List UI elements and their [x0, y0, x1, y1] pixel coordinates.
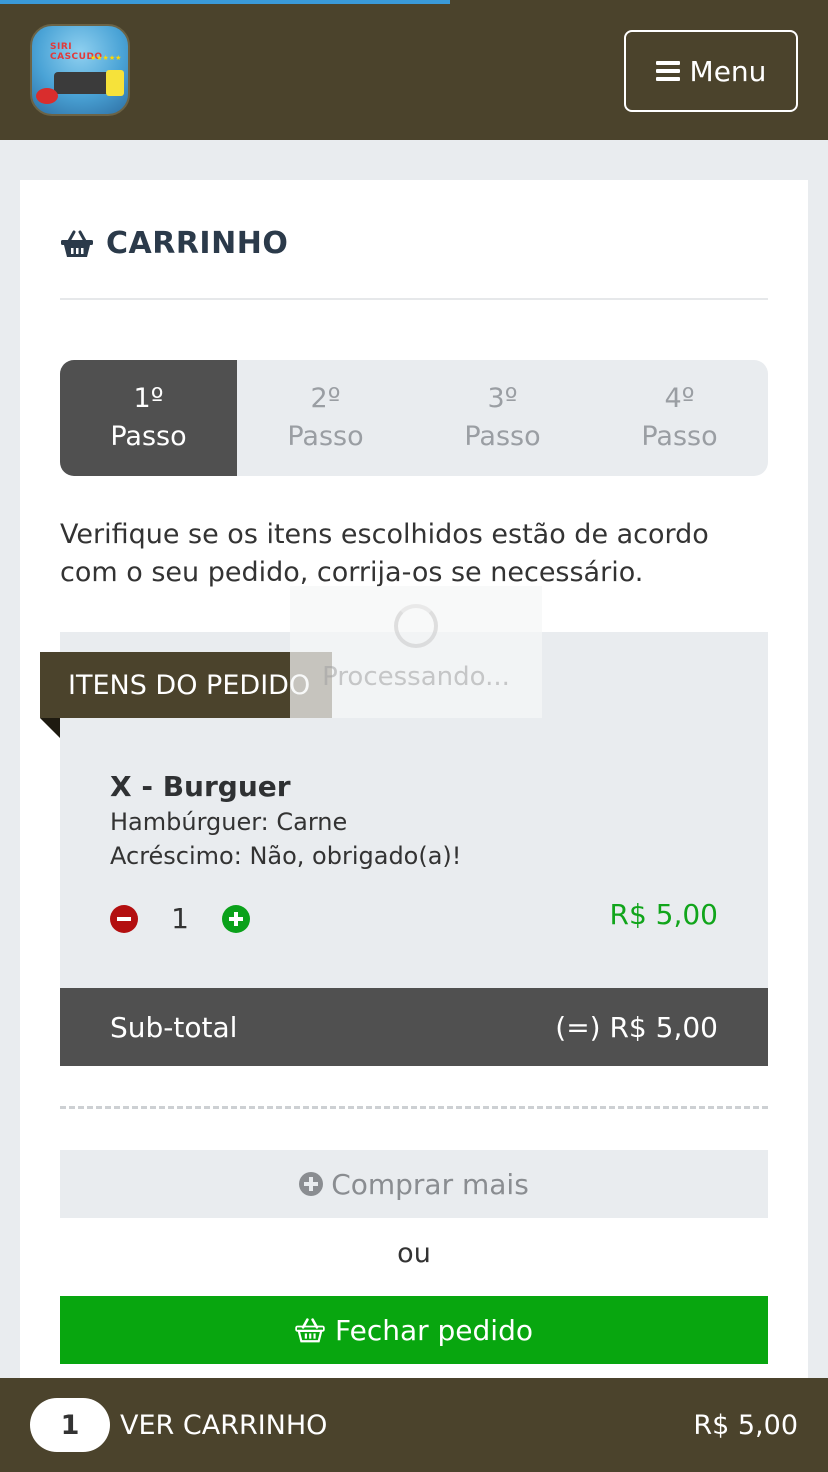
step-label: Passo [464, 421, 541, 452]
order-items-tag: ITENS DO PEDIDO [40, 652, 332, 718]
close-order-label: Fechar pedido [335, 1313, 533, 1347]
page-title: CARRINHO [106, 226, 289, 261]
step-3[interactable]: 3º Passo [414, 360, 591, 476]
logo-building [54, 72, 110, 94]
hamburger-icon [655, 61, 680, 81]
buy-more-button[interactable]: Comprar mais [60, 1150, 768, 1218]
logo-sponge [106, 70, 124, 96]
item-price: R$ 5,00 [609, 898, 718, 931]
restaurant-logo[interactable]: SIRI CASCUDO ★★★★★ [30, 24, 130, 116]
close-order-button[interactable]: Fechar pedido [60, 1296, 768, 1364]
loading-text: Processando... [322, 662, 510, 692]
dashed-divider [60, 1106, 768, 1109]
title-row: CARRINHO [60, 226, 288, 261]
step-4[interactable]: 4º Passo [591, 360, 768, 476]
step-2[interactable]: 2º Passo [237, 360, 414, 476]
decrease-quantity-icon[interactable] [110, 904, 138, 933]
or-separator: ou [397, 1238, 431, 1269]
step-label: Passo [641, 421, 718, 452]
quantity-stepper: 1 [110, 902, 250, 935]
subtotal-bar: Sub-total (=) R$ 5,00 [60, 988, 768, 1066]
top-bar: SIRI CASCUDO ★★★★★ Menu [0, 0, 828, 140]
item-option: Hambúrguer: Carne [110, 808, 348, 836]
loading-overlay: Processando... [290, 586, 542, 718]
quantity-value: 1 [171, 902, 189, 935]
checkout-steps: 1º Passo 2º Passo 3º Passo 4º Passo [60, 360, 768, 476]
subtotal-value: (=) R$ 5,00 [555, 1010, 718, 1044]
step-label: Passo [110, 421, 187, 452]
step-number: 4º [664, 383, 695, 414]
logo-crab [36, 88, 58, 104]
cart-total: R$ 5,00 [693, 1409, 798, 1441]
cart-panel: CARRINHO 1º Passo 2º Passo 3º Passo 4º P… [20, 180, 808, 1380]
view-cart-bar[interactable]: 1 VER CARRINHO R$ 5,00 [0, 1378, 828, 1472]
logo-stars: ★★★★★ [90, 54, 122, 62]
step-label: Passo [287, 421, 364, 452]
item-name: X - Burguer [110, 770, 291, 803]
plus-circle-icon [299, 1172, 324, 1196]
page-load-progress-bar [0, 0, 450, 4]
step-1[interactable]: 1º Passo [60, 360, 237, 476]
view-cart-label: VER CARRINHO [120, 1409, 328, 1441]
subtotal-label: Sub-total [110, 1010, 238, 1044]
step-number: 2º [310, 383, 341, 414]
increase-quantity-icon[interactable] [222, 904, 250, 933]
spinner-icon [394, 604, 438, 648]
tag-fold [40, 718, 60, 738]
instructions-text: Verifique se os itens escolhidos estão d… [60, 519, 709, 588]
step-number: 1º [133, 383, 164, 414]
step-number: 3º [487, 383, 518, 414]
cart-count-badge: 1 [30, 1398, 110, 1452]
basket-icon [61, 230, 93, 257]
menu-button[interactable]: Menu [624, 30, 798, 112]
item-option: Acréscimo: Não, obrigado(a)! [110, 842, 462, 870]
title-divider [60, 298, 768, 300]
menu-button-label: Menu [689, 54, 767, 88]
buy-more-label: Comprar mais [331, 1167, 529, 1201]
basket-icon [295, 1318, 325, 1343]
